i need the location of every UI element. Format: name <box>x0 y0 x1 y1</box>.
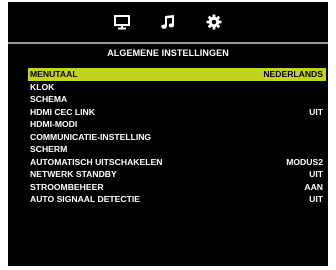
menu-item-scherm[interactable]: SCHERM <box>28 143 326 156</box>
monitor-icon <box>114 14 130 29</box>
menu-item-stroombeheer[interactable]: STROOMBEHEER AAN <box>28 181 326 194</box>
gear-icon <box>206 14 222 30</box>
menu-item-label: COMMUNICATIE-INSTELLING <box>30 131 152 142</box>
menu-item-value: AAN <box>304 181 323 192</box>
menu-item-communicatie-instelling[interactable]: COMMUNICATIE-INSTELLING <box>28 131 326 144</box>
tab-sound[interactable] <box>156 10 180 34</box>
menu-item-label: AUTOMATISCH UITSCHAKELEN <box>30 156 163 167</box>
menu-item-automatisch-uitschakelen[interactable]: AUTOMATISCH UITSCHAKELEN MODUS2 <box>28 156 326 169</box>
category-tabs <box>8 2 328 42</box>
tab-settings[interactable] <box>202 10 226 34</box>
menu-item-label: AUTO SIGNAAL DETECTIE <box>30 194 140 205</box>
menu-item-label: SCHERM <box>30 144 68 155</box>
menu-item-label: MENUTAAL <box>30 69 78 80</box>
menu-item-hdmi-modi[interactable]: HDMI-MODI <box>28 118 326 131</box>
menu-item-label: HDMI-MODI <box>30 119 78 130</box>
menu-item-netwerk-standby[interactable]: NETWERK STANDBY UIT <box>28 168 326 181</box>
menu-item-value: UIT <box>309 169 323 180</box>
menu-item-value: UIT <box>309 194 323 205</box>
menu-item-menutaal[interactable]: MENUTAAL NEDERLANDS <box>28 68 326 81</box>
tab-divider <box>8 42 328 44</box>
menu-item-label: KLOK <box>30 81 55 92</box>
menu-item-label: SCHEMA <box>30 94 68 105</box>
music-note-icon <box>161 15 175 29</box>
menu-item-value: UIT <box>309 106 323 117</box>
section-title: ALGEMENE INSTELLINGEN <box>107 48 229 58</box>
tab-picture[interactable] <box>110 10 134 34</box>
menu-item-klok[interactable]: KLOK <box>28 81 326 94</box>
menu-item-schema[interactable]: SCHEMA <box>28 93 326 106</box>
menu-item-auto-signaal-detectie[interactable]: AUTO SIGNAAL DETECTIE UIT <box>28 193 326 206</box>
menu-item-value: MODUS2 <box>286 156 323 167</box>
menu-item-value: NEDERLANDS <box>263 69 323 80</box>
settings-osd: ALGEMENE INSTELLINGEN MENUTAAL NEDERLAND… <box>8 2 328 266</box>
settings-menu: MENUTAAL NEDERLANDS KLOK SCHEMA HDMI CEC… <box>28 68 326 206</box>
menu-item-hdmi-cec-link[interactable]: HDMI CEC LINK UIT <box>28 106 326 119</box>
menu-item-label: HDMI CEC LINK <box>30 106 95 117</box>
menu-item-label: STROOMBEHEER <box>30 181 104 192</box>
menu-item-label: NETWERK STANDBY <box>30 169 117 180</box>
